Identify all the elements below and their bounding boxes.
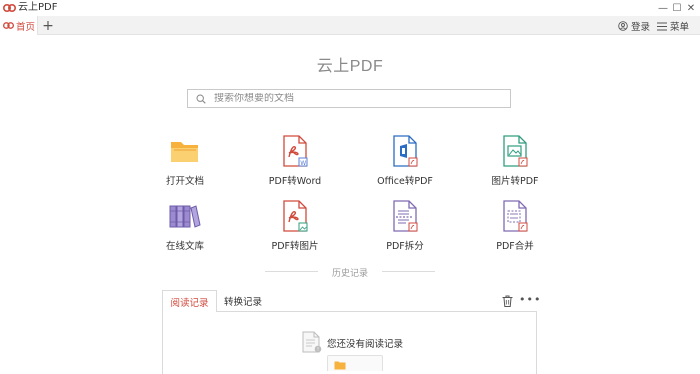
tool-pdf-to-word[interactable]: W PDF转Word [250, 133, 340, 197]
tool-label: 在线文库 [165, 241, 204, 252]
tab-bar: 首页 + 登录 菜单 [0, 16, 700, 35]
history-tabs: 阅读记录 转换记录 ••• [162, 290, 540, 313]
history-divider: 历史记录 [265, 265, 435, 279]
pdf-to-image-icon [277, 198, 313, 234]
tool-open-document[interactable]: 打开文档 [140, 133, 230, 197]
trash-icon[interactable] [502, 295, 513, 307]
app-logo-icon [3, 4, 16, 12]
menu-icon [657, 22, 667, 30]
add-tab-button[interactable]: + [40, 16, 56, 35]
login-label: 登录 [631, 22, 651, 33]
tab-home-label: 首页 [16, 21, 36, 33]
tab-reading-history[interactable]: 阅读记录 [162, 290, 217, 313]
menu-label: 菜单 [670, 22, 690, 33]
pdf-to-word-icon: W [277, 133, 313, 169]
tool-label: 图片转PDF [491, 176, 539, 187]
tool-image-to-pdf[interactable]: 图片转PDF [470, 133, 560, 197]
image-to-pdf-icon [497, 133, 533, 169]
tool-pdf-to-image[interactable]: PDF转图片 [250, 198, 340, 262]
folder-icon [167, 133, 203, 169]
tool-label: Office转PDF [377, 176, 433, 187]
page-title: 云上PDF [316, 58, 384, 75]
pdf-merge-icon [497, 198, 533, 234]
office-to-pdf-icon [387, 133, 423, 169]
search-box[interactable] [187, 89, 511, 108]
tool-label: 打开文档 [165, 176, 204, 187]
tool-label: PDF拆分 [386, 241, 424, 252]
library-icon [167, 198, 203, 234]
user-icon [618, 21, 628, 31]
tool-online-library[interactable]: 在线文库 [140, 198, 230, 262]
tool-pdf-merge[interactable]: PDF合并 [470, 198, 560, 262]
home-logo-icon [3, 22, 14, 29]
history-panel: ! 您还没有阅读记录 [162, 312, 537, 374]
search-input[interactable] [214, 93, 494, 104]
tool-label: PDF合并 [496, 241, 534, 252]
maximize-button[interactable]: ☐ [670, 1, 684, 15]
empty-document-icon: ! [302, 331, 322, 353]
empty-state-text: 您还没有阅读记录 [327, 339, 404, 350]
search-icon [196, 93, 206, 104]
login-button[interactable]: 登录 [618, 19, 650, 33]
folder-icon [334, 361, 346, 370]
svg-text:W: W [300, 160, 306, 167]
more-options-icon[interactable]: ••• [519, 293, 541, 306]
svg-text:!: ! [317, 347, 319, 353]
title-bar: 云上PDF — ☐ ✕ [0, 0, 700, 16]
tool-pdf-split[interactable]: PDF拆分 [360, 198, 450, 262]
open-document-button[interactable] [327, 355, 383, 371]
history-label: 历史记录 [331, 269, 368, 279]
close-button[interactable]: ✕ [684, 1, 698, 15]
pdf-split-icon [387, 198, 423, 234]
tab-home[interactable]: 首页 [0, 16, 38, 35]
divider-line [382, 271, 435, 272]
tool-label: PDF转Word [268, 176, 322, 187]
minimize-button[interactable]: — [656, 1, 670, 15]
tab-conversion-history[interactable]: 转换记录 [222, 290, 264, 312]
tool-label: PDF转图片 [271, 241, 319, 252]
menu-button[interactable]: 菜单 [657, 19, 689, 33]
tool-office-to-pdf[interactable]: Office转PDF [360, 133, 450, 197]
app-title: 云上PDF [18, 2, 58, 13]
